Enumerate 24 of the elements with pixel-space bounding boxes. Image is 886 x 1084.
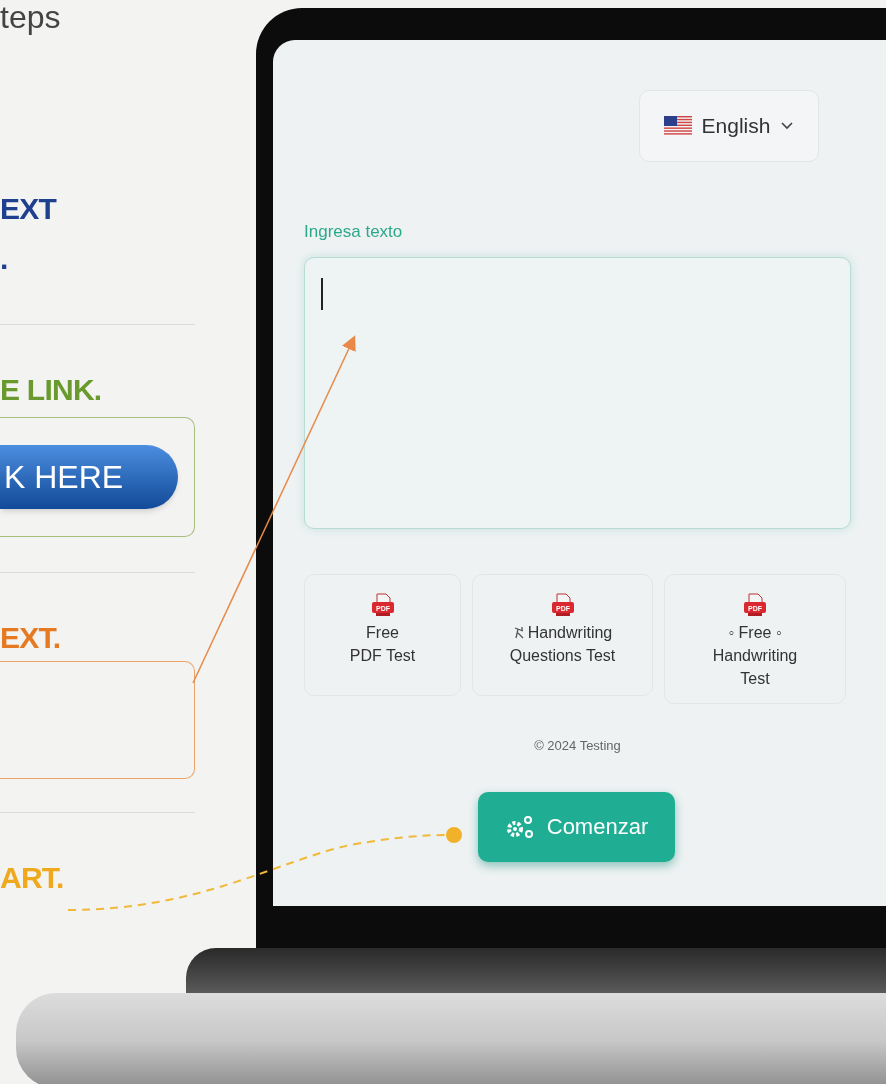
step-heading: ART. <box>0 860 65 896</box>
card-label: Free <box>366 623 399 643</box>
input-label: Ingresa texto <box>304 222 404 242</box>
language-select[interactable]: English <box>639 90 819 162</box>
step-heading: EXT. <box>0 620 62 656</box>
card-label: Questions Test <box>509 646 616 666</box>
text-input[interactable] <box>304 257 851 529</box>
flag-icon <box>663 116 692 136</box>
card-label: Handwriting <box>527 623 613 643</box>
copyright-text: © 2024 Testing <box>533 737 622 755</box>
gears-icon <box>504 813 535 840</box>
card-label: Test <box>740 669 770 689</box>
card-label: ◦ Free ◦ <box>728 623 782 643</box>
text-cursor <box>321 278 323 310</box>
step-heading: E LINK. <box>0 372 103 408</box>
text-box[interactable] <box>0 661 195 779</box>
step-heading: EXT <box>0 191 58 227</box>
step-heading: . <box>0 241 9 277</box>
card-label: PDF Test <box>349 646 416 666</box>
card-label: Handwriting <box>712 646 798 666</box>
click-here-button[interactable]: K HERE <box>0 445 178 509</box>
figure-icon <box>512 625 525 640</box>
chevron-down-icon <box>780 121 795 131</box>
page-title: teps <box>0 0 62 34</box>
